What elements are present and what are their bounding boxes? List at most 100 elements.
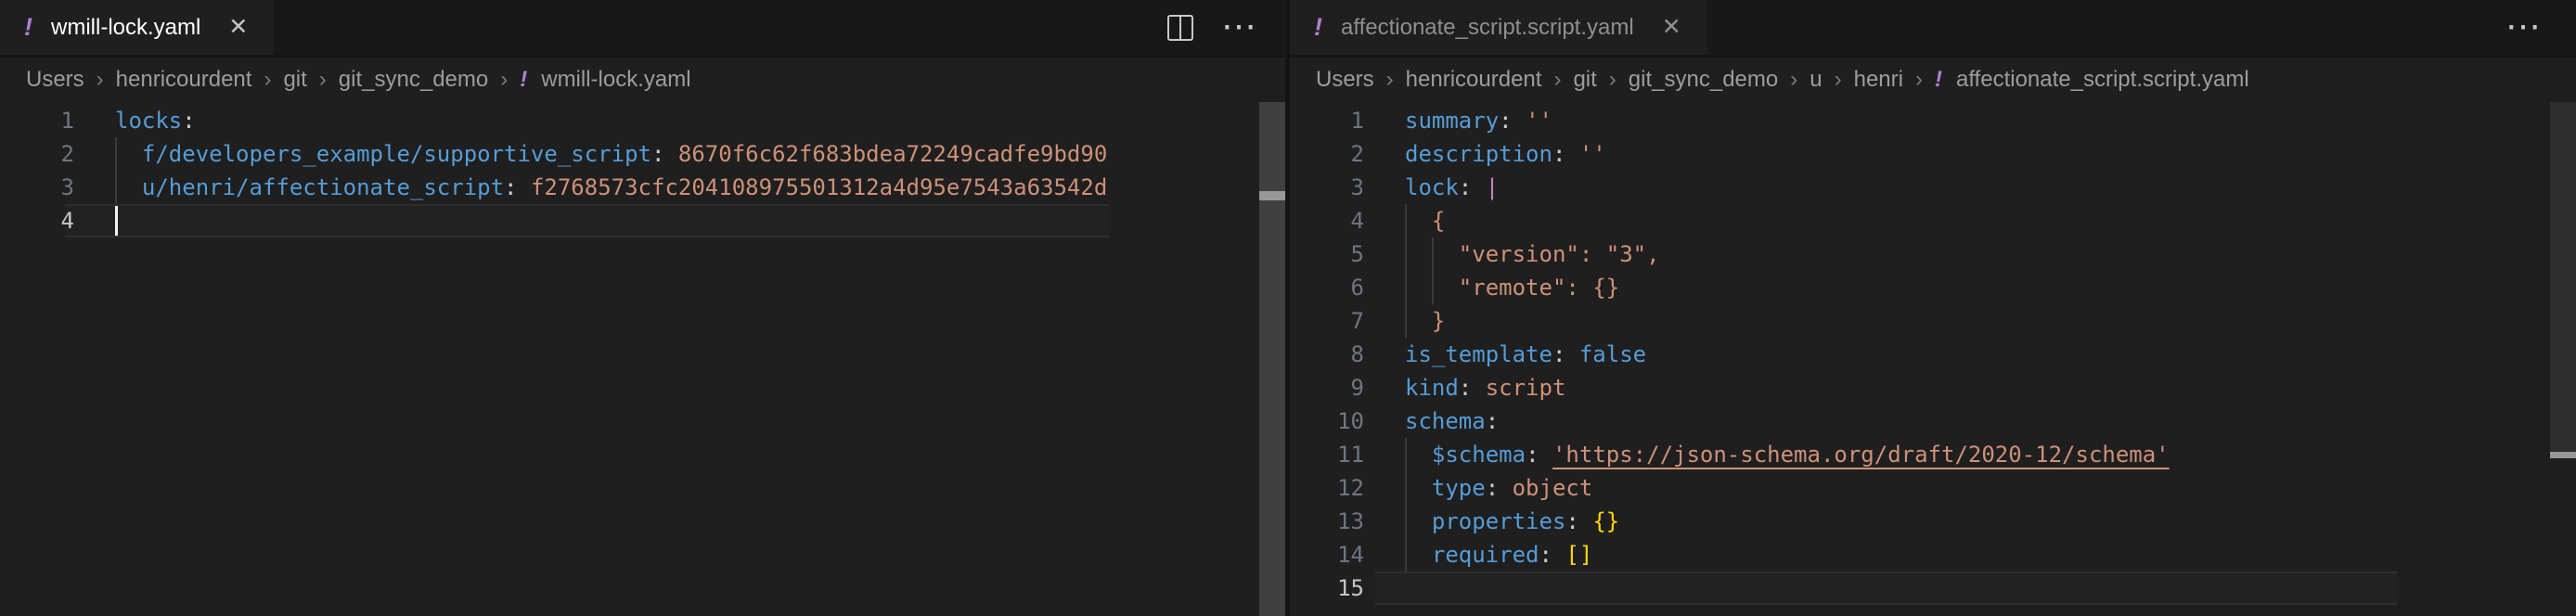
line-number[interactable]: 9: [1290, 371, 1364, 404]
line-number[interactable]: 2: [0, 137, 74, 171]
breadcrumb-separator: ›: [1597, 67, 1629, 93]
breadcrumb-item[interactable]: git_sync_demo: [339, 67, 488, 93]
close-tab-icon[interactable]: ✕: [228, 16, 248, 39]
line-number[interactable]: 3: [1290, 171, 1364, 204]
tab-bar-right: ! affectionate_script.script.yaml ✕ ⋯: [1290, 0, 2576, 58]
line-content: f/developers_example/supportive_script: …: [115, 137, 1107, 171]
breadcrumb-separator: ›: [1903, 67, 1935, 93]
code-line[interactable]: 4: [0, 204, 1109, 237]
overview-ruler-cursor-marker: [1259, 191, 1285, 200]
yaml-file-icon: !: [1935, 67, 1942, 93]
breadcrumb-item[interactable]: henri: [1854, 67, 1903, 93]
breadcrumb-item[interactable]: Users: [1316, 67, 1374, 93]
yaml-file-icon: !: [24, 13, 32, 42]
code-line[interactable]: 3 lock: |: [1290, 171, 2397, 204]
line-number[interactable]: 12: [1290, 471, 1364, 505]
code-line[interactable]: 1 summary: '': [1290, 104, 2397, 137]
breadcrumb-item[interactable]: henricourdent: [116, 67, 252, 93]
breadcrumb-file[interactable]: !wmill-lock.yaml: [520, 67, 690, 93]
line-content: $schema: 'https://json-schema.org/draft/…: [1405, 438, 2170, 471]
line-number[interactable]: 14: [1290, 538, 1364, 571]
line-content: schema:: [1405, 404, 1499, 438]
text-cursor: [115, 206, 118, 236]
tab-affectionate-script-yaml[interactable]: ! affectionate_script.script.yaml ✕: [1290, 0, 1707, 55]
code-line[interactable]: 8is_template: false: [1290, 338, 2397, 371]
more-actions-icon[interactable]: ⋯: [2505, 19, 2543, 36]
breadcrumb-separator: ›: [488, 67, 520, 93]
breadcrumb-separator: ›: [1778, 67, 1810, 93]
line-number[interactable]: 5: [1290, 237, 1364, 271]
tab-bar-actions: ⋯: [2505, 0, 2543, 55]
breadcrumb: Users›henricourdent›git›git_sync_demo›!w…: [0, 58, 691, 102]
line-content: properties: {}: [1405, 505, 1619, 538]
tab-label: affectionate_script.script.yaml: [1341, 15, 1634, 41]
line-content: lock: |: [1405, 171, 1499, 204]
code-line[interactable]: 2 f/developers_example/supportive_script…: [0, 137, 1109, 171]
code-line[interactable]: 3 u/henri/affectionate_script: f2768573c…: [0, 171, 1109, 204]
code-line[interactable]: 14 required: []: [1290, 538, 2397, 571]
line-content: }: [1405, 304, 1445, 338]
tab-wmill-lock-yaml[interactable]: ! wmill-lock.yaml ✕: [0, 0, 274, 55]
breadcrumb-separator: ›: [1541, 67, 1573, 93]
breadcrumb-item[interactable]: u: [1810, 67, 1822, 93]
breadcrumb-separator: ›: [1374, 67, 1406, 93]
breadcrumb-separator: ›: [251, 67, 283, 93]
line-number[interactable]: 7: [1290, 304, 1364, 338]
code-line[interactable]: 9 kind: script: [1290, 371, 2397, 404]
breadcrumb-separator: ›: [84, 67, 116, 93]
line-number[interactable]: 11: [1290, 438, 1364, 471]
split-editor-icon[interactable]: [1167, 15, 1193, 41]
breadcrumb-item[interactable]: git: [1573, 67, 1596, 93]
vscode-editor-area: ! wmill-lock.yaml ✕ ⋯ Users›henricourden…: [0, 0, 2576, 616]
code-line[interactable]: 1 locks:: [0, 104, 1109, 137]
line-content: locks:: [115, 104, 196, 137]
breadcrumb-file[interactable]: !affectionate_script.script.yaml: [1935, 67, 2249, 93]
breadcrumb-item[interactable]: henricourdent: [1406, 67, 1542, 93]
line-number[interactable]: 2: [1290, 137, 1364, 171]
line-content: {: [1405, 204, 1445, 237]
code-line[interactable]: 5 "version": "3",: [1290, 237, 2397, 271]
scrollbar-slider[interactable]: [2550, 102, 2576, 452]
code-line[interactable]: 7 }: [1290, 304, 2397, 338]
line-number[interactable]: 13: [1290, 505, 1364, 538]
line-content: u/henri/affectionate_script: f2768573cfc…: [115, 171, 1107, 204]
yaml-file-icon: !: [520, 67, 527, 93]
tab-bar-actions: ⋯: [1167, 0, 1258, 55]
breadcrumb-item[interactable]: git: [283, 67, 306, 93]
line-number[interactable]: 3: [0, 171, 74, 204]
editor-group-divider[interactable]: [1285, 0, 1290, 616]
breadcrumb-item[interactable]: git_sync_demo: [1629, 67, 1778, 93]
code-line[interactable]: 10 schema:: [1290, 404, 2397, 438]
scrollbar[interactable]: [2550, 102, 2576, 616]
line-number[interactable]: 6: [1290, 271, 1364, 304]
tab-bar-left: ! wmill-lock.yaml ✕ ⋯: [0, 0, 1285, 58]
line-number[interactable]: 10: [1290, 404, 1364, 438]
editor-group-left: ! wmill-lock.yaml ✕ ⋯ Users›henricourden…: [0, 0, 1285, 616]
code-line[interactable]: 15: [1290, 571, 2397, 605]
code-line[interactable]: 11 $schema: 'https://json-schema.org/dra…: [1290, 438, 2397, 471]
breadcrumb-item[interactable]: Users: [26, 67, 84, 93]
close-tab-icon[interactable]: ✕: [1662, 16, 1681, 39]
line-number[interactable]: 1: [1290, 104, 1364, 137]
line-number[interactable]: 1: [0, 104, 74, 137]
line-content: summary: '': [1405, 104, 1552, 137]
tab-label: wmill-lock.yaml: [51, 15, 200, 41]
line-number[interactable]: 8: [1290, 338, 1364, 371]
line-number[interactable]: 4: [1290, 204, 1364, 237]
code-line[interactable]: 4 {: [1290, 204, 2397, 237]
breadcrumb-separator: ›: [1823, 67, 1854, 93]
more-actions-icon[interactable]: ⋯: [1221, 19, 1258, 36]
code-editor[interactable]: 1summary: ''2description: ''3lock: |4 {5…: [1290, 102, 2397, 616]
editor-group-right: ! affectionate_script.script.yaml ✕ ⋯ Us…: [1290, 0, 2576, 616]
code-line[interactable]: 2 description: '': [1290, 137, 2397, 171]
code-line[interactable]: 13 properties: {}: [1290, 505, 2397, 538]
code-line[interactable]: 12 type: object: [1290, 471, 2397, 505]
code-line[interactable]: 6 "remote": {}: [1290, 271, 2397, 304]
line-content: description: '': [1405, 137, 1606, 171]
line-number[interactable]: 15: [1290, 571, 1364, 605]
line-number[interactable]: 4: [0, 204, 74, 237]
scrollbar[interactable]: [1259, 102, 1285, 616]
code-editor[interactable]: 1locks:2 f/developers_example/supportive…: [0, 102, 1109, 616]
breadcrumb-separator: ›: [307, 67, 339, 93]
line-content: kind: script: [1405, 371, 1565, 404]
